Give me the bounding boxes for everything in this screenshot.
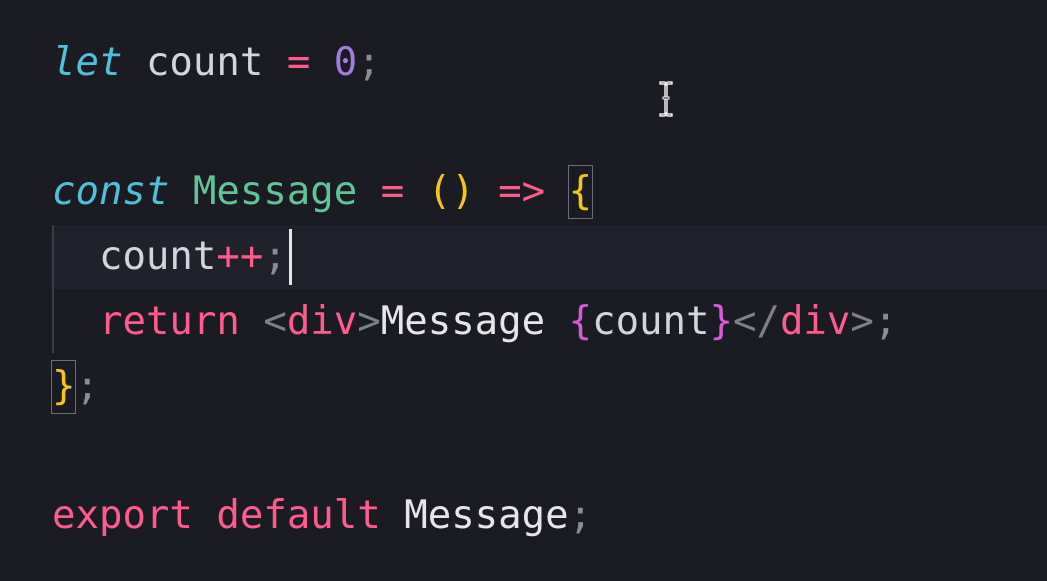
identifier-message: Message: [192, 169, 358, 214]
number-literal: 0: [333, 40, 358, 85]
code-line-5[interactable]: return <div>Message {count}</div>;: [52, 290, 897, 354]
text-cursor-icon: [659, 81, 673, 117]
tag-close-gt: >: [850, 299, 874, 344]
identifier-message: Message: [404, 493, 569, 538]
code-line-1[interactable]: let count = 0;: [52, 31, 381, 95]
tag-name-div: div: [779, 299, 851, 344]
keyword-default: default: [216, 493, 381, 538]
keyword-return: return: [98, 299, 240, 344]
semicolon: ;: [357, 40, 381, 85]
keyword-const: const: [52, 169, 170, 214]
code-editor[interactable]: let count = 0; const Message = () => { c…: [0, 0, 1047, 581]
tag-close-lt: </: [732, 299, 780, 344]
code-line-8[interactable]: export default Message;: [52, 484, 592, 548]
identifier-count: count: [98, 234, 217, 279]
code-line-6[interactable]: };: [50, 355, 99, 419]
keyword-let: let: [52, 40, 123, 85]
tag-open-gt: >: [357, 299, 381, 344]
tag-name-div: div: [286, 299, 358, 344]
semicolon: ;: [263, 234, 287, 279]
open-brace-matched: {: [567, 165, 594, 219]
code-line-3[interactable]: const Message = () => {: [52, 160, 594, 224]
jsx-text: Message: [380, 299, 569, 344]
keyword-export: export: [52, 493, 193, 538]
code-line-4[interactable]: count++;: [52, 225, 292, 289]
close-brace-matched: }: [50, 360, 77, 414]
identifier-count: count: [145, 40, 264, 85]
operator-assign: =: [380, 169, 405, 214]
jsx-brace-close: }: [709, 299, 733, 344]
operator-assign: =: [286, 40, 311, 85]
arrow-operator: =>: [498, 169, 546, 214]
identifier-count: count: [592, 299, 710, 344]
parens: (): [427, 169, 475, 214]
semicolon: ;: [568, 493, 593, 538]
jsx-brace-open: {: [568, 299, 593, 344]
operator-increment: ++: [216, 234, 264, 279]
text-caret: [288, 228, 292, 285]
tag-open-lt: <: [263, 299, 287, 344]
semicolon: ;: [873, 299, 898, 344]
semicolon: ;: [75, 364, 99, 409]
